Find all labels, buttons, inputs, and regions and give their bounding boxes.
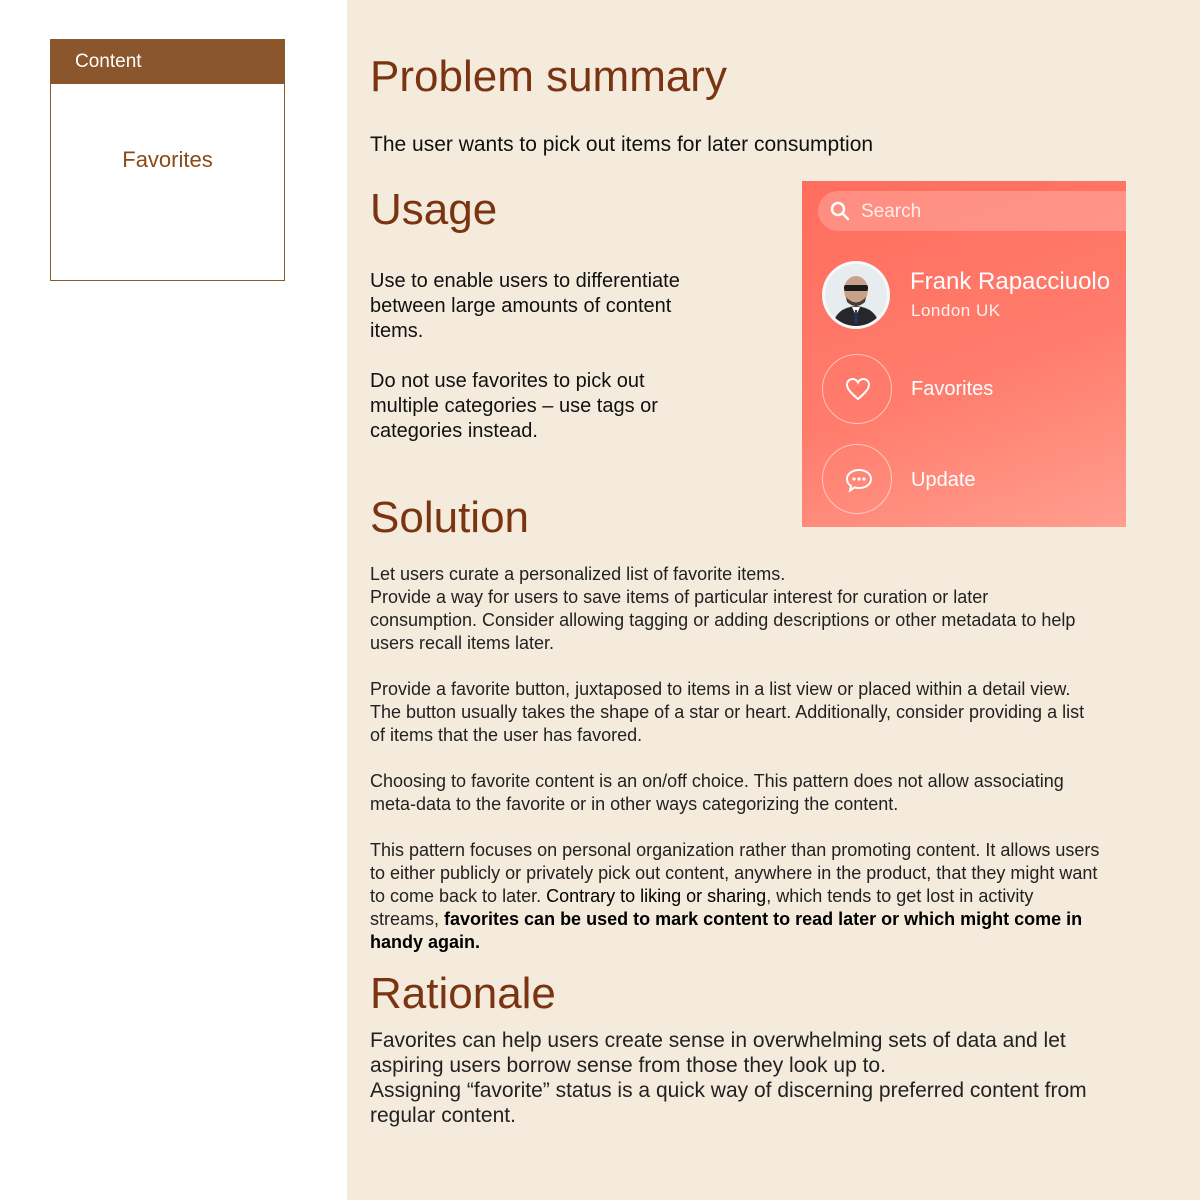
solution-paragraph-3: Choosing to favorite content is an on/of… xyxy=(370,771,1064,814)
solution-paragraph-4: This pattern focuses on personal organiz… xyxy=(370,839,1100,954)
favorites-menu-button[interactable] xyxy=(822,354,892,424)
card-item-favorites[interactable]: Favorites xyxy=(51,84,284,173)
solution-paragraph-1: Let users curate a personalized list of … xyxy=(370,563,1100,655)
search-placeholder: Search xyxy=(861,201,922,222)
usage-heading: Usage xyxy=(370,185,498,234)
solution-p1-line1: Let users curate a personalized list of … xyxy=(370,564,786,584)
solution-paragraph-2: Provide a favorite button, juxtaposed to… xyxy=(370,679,1085,745)
avatar-image xyxy=(825,264,887,326)
solution-p4-bold: favorites can be used to mark content to… xyxy=(370,909,1083,952)
rationale-line-1: Favorites can help users create sense in… xyxy=(370,1029,1066,1077)
card-header: Content xyxy=(51,40,284,84)
user-location: London UK xyxy=(911,301,1001,320)
solution-p1-line2: Provide a way for users to save items of… xyxy=(370,587,1076,653)
avatar[interactable] xyxy=(822,261,890,329)
rationale-line-2: Assigning “favorite” status is a quick w… xyxy=(370,1079,1087,1127)
problem-text: The user wants to pick out items for lat… xyxy=(370,133,874,156)
search-bar[interactable]: Search xyxy=(818,191,1126,231)
search-icon xyxy=(830,201,850,221)
user-name: Frank Rapacciuolo xyxy=(910,268,1111,295)
rationale-heading: Rationale xyxy=(370,969,556,1018)
usage-paragraph-2: Do not use favorites to pick out multipl… xyxy=(370,370,658,442)
menu-item-favorites[interactable]: Favorites xyxy=(911,378,993,401)
chat-bubble-icon xyxy=(845,468,873,493)
usage-paragraph-1: Use to enable users to differentiate bet… xyxy=(370,270,680,342)
menu-item-update[interactable]: Update xyxy=(911,469,976,492)
update-menu-button[interactable] xyxy=(822,444,892,514)
heart-icon xyxy=(845,377,871,401)
rationale-text: Favorites can help users create sense in… xyxy=(370,1028,1090,1128)
pattern-category-card: Content Favorites xyxy=(50,39,285,281)
solution-heading: Solution xyxy=(370,493,530,542)
solution-p4-b: Contrary to liking or sharing xyxy=(546,886,767,906)
app-screenshot: Search Frank Rapacciuolo London UK Favor… xyxy=(802,181,1126,527)
problem-heading: Problem summary xyxy=(370,52,727,101)
